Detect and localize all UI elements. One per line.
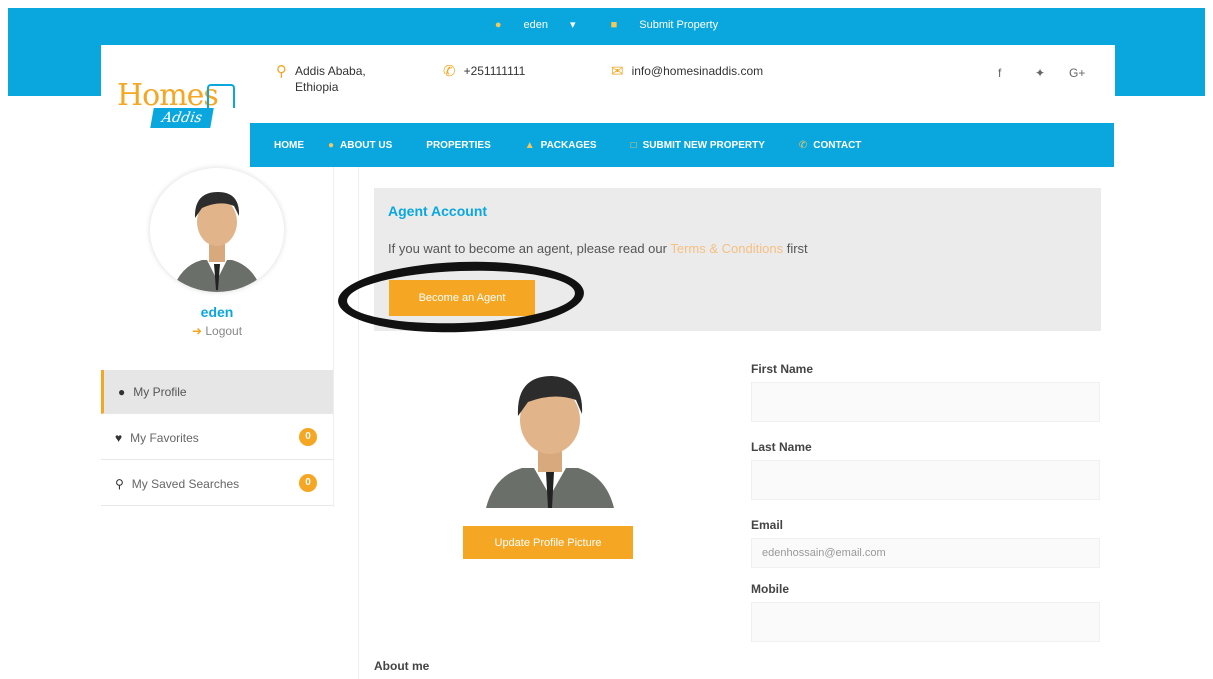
last-name-label: Last Name	[751, 440, 812, 454]
user-icon: ●	[118, 384, 126, 399]
house-icon	[207, 84, 235, 108]
logout-icon: ➜	[191, 324, 202, 338]
phone-icon: ✆	[443, 63, 456, 80]
heart-icon: ♥	[115, 430, 123, 445]
nav-submit-new-property[interactable]: □ SUBMIT NEW PROPERTY	[631, 140, 765, 151]
document-icon: □	[630, 139, 637, 151]
address-info: ⚲ Addis Ababa, Ethiopia	[276, 64, 366, 94]
address-line-2: Ethiopia	[295, 80, 339, 94]
nav-properties[interactable]: PROPERTIES	[426, 140, 490, 151]
nav-contact[interactable]: ✆ CONTACT	[799, 140, 862, 151]
email-label: Email	[751, 518, 784, 532]
chevron-down-icon: ▾	[570, 19, 576, 31]
google-plus-icon[interactable]: G+	[1069, 66, 1085, 80]
twitter-icon[interactable]: ✦	[1035, 66, 1045, 80]
first-name-label: First Name	[751, 362, 814, 376]
document-icon: ■	[610, 18, 618, 31]
profile-picture	[480, 372, 620, 512]
people-icon: ●	[328, 139, 335, 151]
about-me-label: About me	[374, 659, 430, 673]
top-bar-links: ● eden ▾ ■ Submit Property	[0, 18, 1213, 32]
search-icon: ⚲	[115, 476, 124, 491]
main-nav: HOME ● ABOUT US PROPERTIES ▲ PACKAGES □ SUB…	[250, 123, 1114, 167]
site-logo[interactable]: Homes Addis	[117, 78, 237, 134]
user-avatar-icon	[486, 376, 614, 508]
sidebar-item-my-saved-searches[interactable]: ⚲ My Saved Searches 0	[101, 462, 333, 506]
last-name-field[interactable]	[751, 460, 1100, 500]
user-menu[interactable]: ● eden ▾	[487, 18, 584, 32]
package-icon: ▲	[524, 139, 535, 151]
email-info[interactable]: ✉ info@homesinaddis.com	[611, 64, 763, 79]
nav-home[interactable]: HOME	[274, 140, 304, 151]
user-icon: ●	[494, 18, 502, 31]
submit-property-link[interactable]: ■ Submit Property	[603, 19, 727, 31]
envelope-icon: ✉	[611, 63, 624, 80]
nav-about-us[interactable]: ● ABOUT US	[328, 140, 392, 151]
agent-account-title: Agent Account	[388, 203, 488, 219]
avatar	[150, 168, 284, 292]
phone-icon: ✆	[798, 139, 808, 151]
facebook-icon[interactable]: f	[998, 66, 1001, 80]
map-pin-icon: ⚲	[276, 63, 287, 80]
address-line-1: Addis Ababa,	[295, 64, 366, 78]
email-address: info@homesinaddis.com	[631, 64, 764, 78]
first-name-field[interactable]	[751, 382, 1100, 422]
email-field[interactable]: edenhossain@email.com	[751, 538, 1100, 568]
nav-packages[interactable]: ▲ PACKAGES	[525, 140, 597, 151]
sidebar-item-my-favorites[interactable]: ♥ My Favorites 0	[101, 416, 333, 460]
favorites-count-badge: 0	[299, 428, 317, 446]
phone-info[interactable]: ✆ +251111111	[443, 64, 525, 79]
mobile-field[interactable]	[751, 602, 1100, 642]
logout-link[interactable]: ➜ Logout	[101, 324, 333, 338]
user-avatar-icon	[172, 192, 262, 292]
search-icon[interactable]: 🔍︎	[1168, 136, 1191, 157]
logo-text-addis: Addis	[150, 108, 214, 128]
sidebar-item-my-profile[interactable]: ● My Profile	[101, 370, 333, 414]
sidebar-username: eden	[200, 304, 234, 320]
saved-searches-count-badge: 0	[299, 474, 317, 492]
agent-account-text: If you want to become an agent, please r…	[388, 241, 808, 256]
update-profile-picture-button[interactable]: Update Profile Picture	[463, 526, 633, 559]
terms-link[interactable]: Terms & Conditions	[670, 241, 783, 256]
phone-number: +251111111	[463, 64, 526, 78]
mobile-label: Mobile	[751, 582, 789, 596]
